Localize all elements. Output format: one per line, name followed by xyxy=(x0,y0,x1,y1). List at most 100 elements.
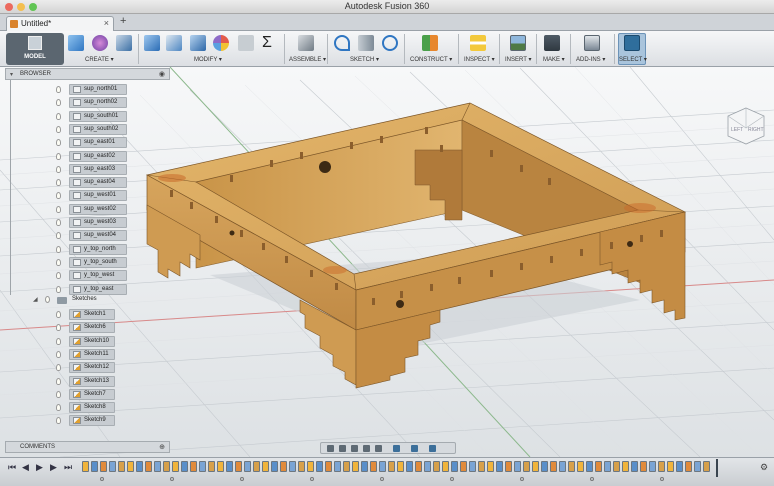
timeline-feature-icon[interactable] xyxy=(172,461,179,472)
timeline-feature-icon[interactable] xyxy=(352,461,359,472)
timeline-feature-icon[interactable] xyxy=(181,461,188,472)
insert-menu[interactable]: INSERT ▾ xyxy=(505,56,531,63)
timeline-feature-icon[interactable] xyxy=(208,461,215,472)
timeline-feature-icon[interactable] xyxy=(190,461,197,472)
look-at-icon[interactable] xyxy=(339,445,346,452)
visibility-bulb-icon[interactable] xyxy=(56,112,61,120)
visibility-bulb-icon[interactable] xyxy=(56,232,61,240)
timeline-feature-icon[interactable] xyxy=(226,461,233,472)
make-menu[interactable]: MAKE ▾ xyxy=(543,56,565,63)
browser-body-item[interactable]: sup_west01 xyxy=(56,190,127,202)
display-settings-icon[interactable] xyxy=(393,445,400,452)
timeline-feature-icon[interactable] xyxy=(343,461,350,472)
timeline-feature-icon[interactable] xyxy=(334,461,341,472)
timeline-feature-icon[interactable] xyxy=(136,461,143,472)
visibility-bulb-icon[interactable] xyxy=(56,165,61,173)
timeline-feature-icon[interactable] xyxy=(640,461,647,472)
timeline-feature-icon[interactable] xyxy=(451,461,458,472)
timeline-feature-icon[interactable] xyxy=(541,461,548,472)
3d-print-icon[interactable] xyxy=(544,35,560,51)
browser-body-item[interactable]: sup_east02 xyxy=(56,150,127,162)
timeline-settings-icon[interactable]: ⚙ xyxy=(760,462,768,473)
sketch-arc-icon[interactable] xyxy=(334,35,350,51)
construct-menu[interactable]: CONSTRUCT ▾ xyxy=(410,56,452,63)
timeline-feature-icon[interactable] xyxy=(613,461,620,472)
timeline-feature-icon[interactable] xyxy=(271,461,278,472)
browser-body-item[interactable]: sup_west02 xyxy=(56,203,127,215)
timeline-feature-icon[interactable] xyxy=(280,461,287,472)
timeline-feature-icon[interactable] xyxy=(118,461,125,472)
browser-body-item[interactable]: y_top_west xyxy=(56,270,127,282)
timeline-feature-icon[interactable] xyxy=(397,461,404,472)
visibility-bulb-icon[interactable] xyxy=(56,152,61,160)
new-tab-icon[interactable]: + xyxy=(120,15,126,27)
visibility-bulb-icon[interactable] xyxy=(56,404,61,412)
go-to-end-icon[interactable]: ⏭ xyxy=(64,462,72,473)
timeline-feature-icon[interactable] xyxy=(91,461,98,472)
step-back-icon[interactable]: ◀ xyxy=(22,462,29,473)
pin-icon[interactable]: ◉ xyxy=(159,70,165,78)
browser-sketch-item[interactable]: Sketch12 xyxy=(56,362,115,374)
timeline-feature-icon[interactable] xyxy=(145,461,152,472)
browser-sketch-item[interactable]: Sketch10 xyxy=(56,335,115,347)
timeline-feature-icon[interactable] xyxy=(685,461,692,472)
timeline-feature-icon[interactable] xyxy=(550,461,557,472)
play-icon[interactable]: ▶ xyxy=(36,462,43,473)
scripts-icon[interactable] xyxy=(584,35,600,51)
physical-material-icon[interactable] xyxy=(238,35,254,51)
document-tab[interactable]: Untitled* × xyxy=(6,16,114,31)
shell-icon[interactable] xyxy=(190,35,206,51)
fillet-icon[interactable] xyxy=(166,35,182,51)
timeline-feature-icon[interactable] xyxy=(658,461,665,472)
timeline-feature-icon[interactable] xyxy=(415,461,422,472)
workspace-switcher[interactable]: MODEL xyxy=(6,33,64,65)
visibility-bulb-icon[interactable] xyxy=(56,192,61,200)
visibility-bulb-icon[interactable] xyxy=(56,417,61,425)
joint-icon[interactable] xyxy=(298,35,314,51)
timeline-feature-icon[interactable] xyxy=(127,461,134,472)
browser-body-item[interactable]: sup_south01 xyxy=(56,110,127,122)
fit-icon[interactable] xyxy=(375,445,382,452)
timeline-marker[interactable] xyxy=(716,459,718,477)
zoom-icon[interactable] xyxy=(363,445,370,452)
pan-icon[interactable] xyxy=(351,445,358,452)
timeline-feature-icon[interactable] xyxy=(388,461,395,472)
browser-body-item[interactable]: sup_west03 xyxy=(56,217,127,228)
timeline-feature-icon[interactable] xyxy=(577,461,584,472)
assemble-menu[interactable]: ASSEMBLE ▾ xyxy=(289,56,326,63)
browser-body-item[interactable]: y_top_north xyxy=(56,243,127,255)
timeline-feature-icon[interactable] xyxy=(631,461,638,472)
timeline-feature-icon[interactable] xyxy=(694,461,701,472)
close-tab-icon[interactable]: × xyxy=(104,18,109,28)
sigma-icon[interactable]: Σ xyxy=(262,35,272,51)
visibility-bulb-icon[interactable] xyxy=(56,272,61,280)
visibility-bulb-icon[interactable] xyxy=(56,125,61,133)
browser-body-item[interactable]: sup_west04 xyxy=(56,230,127,242)
appearance-icon[interactable] xyxy=(213,35,229,51)
browser-body-item[interactable]: sup_north01 xyxy=(56,84,127,95)
browser-sketch-item[interactable]: Sketch8 xyxy=(56,402,115,414)
visibility-bulb-icon[interactable] xyxy=(56,285,61,293)
visibility-bulb-icon[interactable] xyxy=(56,364,61,372)
visibility-bulb-icon[interactable] xyxy=(56,377,61,385)
viewcube[interactable]: LEFT RIGHT xyxy=(726,106,766,146)
offset-plane-icon[interactable] xyxy=(422,35,438,51)
timeline-track[interactable] xyxy=(82,461,718,475)
timeline-feature-icon[interactable] xyxy=(298,461,305,472)
extrude-icon[interactable] xyxy=(116,35,132,51)
timeline-feature-icon[interactable] xyxy=(406,461,413,472)
timeline-feature-icon[interactable] xyxy=(487,461,494,472)
visibility-bulb-icon[interactable] xyxy=(56,179,61,187)
inspect-menu[interactable]: INSPECT ▾ xyxy=(464,56,495,63)
timeline-feature-icon[interactable] xyxy=(325,461,332,472)
measure-icon[interactable] xyxy=(470,35,486,51)
insert-image-icon[interactable] xyxy=(510,35,526,51)
timeline-feature-icon[interactable] xyxy=(514,461,521,472)
visibility-bulb-icon[interactable] xyxy=(56,311,61,318)
modify-menu[interactable]: MODIFY ▾ xyxy=(194,56,222,63)
comments-panel[interactable]: COMMENTS ⊕ xyxy=(5,441,170,453)
viewcube-left-face[interactable]: LEFT xyxy=(731,127,743,133)
orbit-icon[interactable] xyxy=(327,445,334,452)
visibility-bulb-icon[interactable] xyxy=(56,390,61,398)
timeline-feature-icon[interactable] xyxy=(568,461,575,472)
